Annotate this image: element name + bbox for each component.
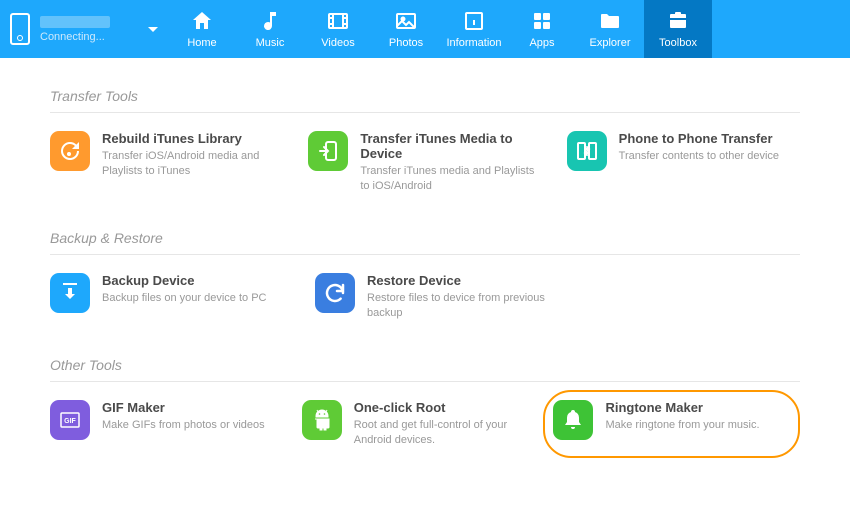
ringtone-icon [553,400,593,440]
tool-title: One-click Root [354,400,529,415]
folder-icon [598,9,622,33]
restore-icon [315,273,355,313]
divider [50,254,800,255]
toolbox-icon [666,9,690,33]
nav-music[interactable]: Music [236,0,304,58]
nav-label: Photos [389,37,423,49]
tool-transfer-itunes-to-device[interactable]: Transfer iTunes Media to Device Transfer… [308,131,541,195]
tool-desc: Restore files to device from previous ba… [367,291,555,322]
tool-text: Transfer iTunes Media to Device Transfer… [360,131,541,195]
rebuild-itunes-icon [50,131,90,171]
tool-text: Restore Device Restore files to device f… [367,273,555,322]
tool-desc: Transfer iTunes media and Playlists to i… [360,164,541,195]
backup-icon [50,273,90,313]
nav-explorer[interactable]: Explorer [576,0,644,58]
tool-one-click-root[interactable]: One-click Root Root and get full-control… [302,400,529,449]
tool-ringtone-maker[interactable]: Ringtone Maker Make ringtone from your m… [543,390,800,459]
tool-desc: Make ringtone from your music. [605,418,784,433]
tool-rebuild-itunes[interactable]: Rebuild iTunes Library Transfer iOS/Andr… [50,131,283,195]
tool-desc: Transfer iOS/Android media and Playlists… [102,149,283,180]
svg-text:GIF: GIF [64,418,76,425]
gif-icon: GIF [50,400,90,440]
section-title-backup: Backup & Restore [50,230,800,246]
nav-home[interactable]: Home [168,0,236,58]
tool-desc: Make GIFs from photos or videos [102,418,277,433]
tool-backup-device[interactable]: Backup Device Backup files on your devic… [50,273,290,322]
video-icon [326,9,350,33]
tool-desc: Root and get full-control of your Androi… [354,418,529,449]
transfer-to-device-icon [308,131,348,171]
nav-label: Explorer [590,37,631,49]
tool-title: Backup Device [102,273,290,288]
tool-text: One-click Root Root and get full-control… [354,400,529,449]
tool-restore-device[interactable]: Restore Device Restore files to device f… [315,273,555,322]
photo-icon [394,9,418,33]
tool-text: Backup Device Backup files on your devic… [102,273,290,322]
tool-desc: Backup files on your device to PC [102,291,290,306]
home-icon [190,9,214,33]
device-selector[interactable]: Connecting... [0,0,168,58]
tool-title: Rebuild iTunes Library [102,131,283,146]
info-icon [462,9,486,33]
tool-phone-to-phone[interactable]: Phone to Phone Transfer Transfer content… [567,131,800,195]
tool-text: Phone to Phone Transfer Transfer content… [619,131,800,195]
device-text: Connecting... [40,16,142,43]
nav-apps[interactable]: Apps [508,0,576,58]
nav-videos[interactable]: Videos [304,0,372,58]
content: Transfer Tools Rebuild iTunes Library Tr… [0,58,850,513]
tool-title: Restore Device [367,273,555,288]
tool-desc: Transfer contents to other device [619,149,800,164]
divider [50,112,800,113]
music-icon [258,9,282,33]
nav-photos[interactable]: Photos [372,0,440,58]
chevron-down-icon [148,27,158,32]
nav-label: Home [187,37,216,49]
tool-gif-maker[interactable]: GIF GIF Maker Make GIFs from photos or v… [50,400,277,449]
nav-label: Music [256,37,285,49]
section-title-transfer: Transfer Tools [50,88,800,104]
apps-icon [530,9,554,33]
transfer-row: Rebuild iTunes Library Transfer iOS/Andr… [50,131,800,195]
nav-information[interactable]: Information [440,0,508,58]
device-status: Connecting... [40,31,142,43]
nav: Home Music Videos Photos Information App… [168,0,850,58]
phone-icon [10,13,30,45]
tool-text: Rebuild iTunes Library Transfer iOS/Andr… [102,131,283,195]
nav-label: Videos [321,37,354,49]
tool-title: GIF Maker [102,400,277,415]
nav-label: Information [446,37,501,49]
tool-text: GIF Maker Make GIFs from photos or video… [102,400,277,449]
device-name-placeholder [40,16,110,28]
topbar: Connecting... Home Music Videos Photos I… [0,0,850,58]
tool-text: Ringtone Maker Make ringtone from your m… [605,400,784,449]
android-icon [302,400,342,440]
nav-label: Toolbox [659,37,697,49]
section-title-other: Other Tools [50,357,800,373]
nav-label: Apps [529,37,554,49]
backup-row: Backup Device Backup files on your devic… [50,273,800,322]
other-row: GIF GIF Maker Make GIFs from photos or v… [50,400,800,449]
phone-to-phone-icon [567,131,607,171]
divider [50,381,800,382]
tool-title: Phone to Phone Transfer [619,131,800,146]
nav-toolbox[interactable]: Toolbox [644,0,712,58]
tool-title: Transfer iTunes Media to Device [360,131,541,161]
tool-title: Ringtone Maker [605,400,784,415]
